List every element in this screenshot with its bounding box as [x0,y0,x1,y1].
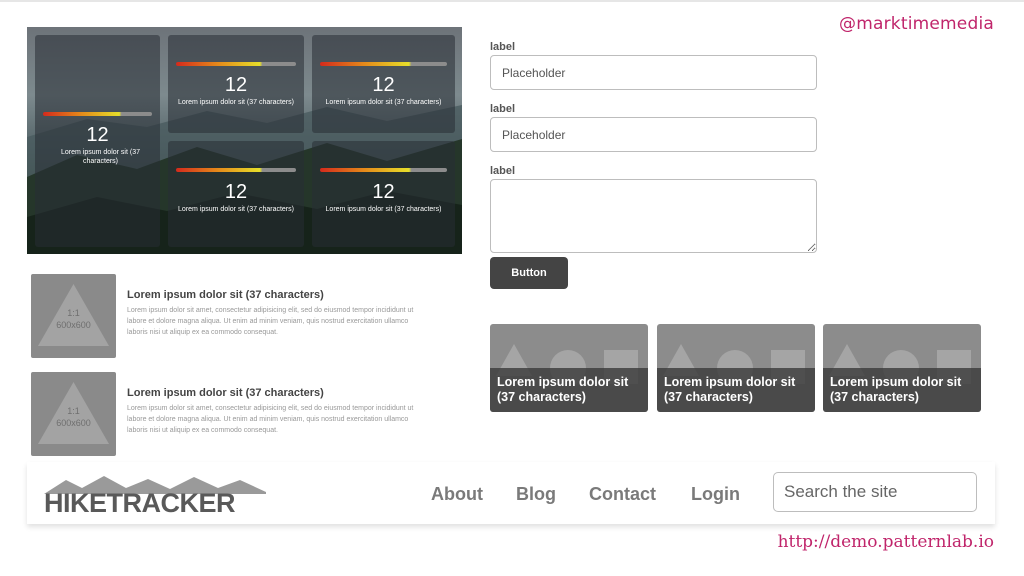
progress-gauge [320,168,447,172]
stat-caption: Lorem ipsum dolor sit (37 characters) [178,206,294,213]
top-divider [0,0,1024,2]
media-title[interactable]: Lorem ipsum dolor sit (37 characters) [127,387,324,399]
stat-value: 12 [86,124,109,146]
thumbnail-ratio: 1:1 600x600 [56,308,91,330]
media-thumbnail[interactable]: 1:1 600x600 [31,274,116,358]
stat-caption: Lorem ipsum dolor sit (37 characters) [325,99,442,106]
nav-link-about[interactable]: About [431,484,483,505]
media-body-text: Lorem ipsum dolor sit amet, consectetur … [127,307,414,336]
stat-caption: Lorem ipsum dolor sit (37 characters) [61,149,140,165]
card-title: Lorem ipsum dolor sit (37 characters) [830,375,962,404]
source-url: http://demo.patternlab.io [777,532,994,552]
card[interactable]: Lorem ipsum dolor sit (37 characters) [823,324,981,412]
text-input[interactable] [490,117,817,152]
twitter-handle: @marktimemedia [839,14,994,34]
site-logo[interactable]: HIKETRACKER [44,474,266,518]
text-input[interactable] [490,55,817,90]
nav-link-blog[interactable]: Blog [516,484,556,505]
dashboard-panel: 12 Lorem ipsum dolor sit (37 characters)… [27,27,462,254]
stat-tile: 12 Lorem ipsum dolor sit (37 characters) [312,35,455,133]
media-body-text: Lorem ipsum dolor sit amet, consectetur … [127,405,414,434]
media-thumbnail[interactable]: 1:1 600x600 [31,372,116,456]
progress-gauge [176,168,296,172]
progress-gauge [176,62,296,66]
nav-link-login[interactable]: Login [691,484,740,505]
site-header: HIKETRACKER About Blog Contact Login [27,462,995,524]
stat-caption: Lorem ipsum dolor sit (37 characters) [178,99,294,106]
field-label: label [490,103,516,115]
card-title: Lorem ipsum dolor sit (37 characters) [664,375,796,404]
stat-value: 12 [224,181,248,203]
stat-value: 12 [372,181,395,203]
submit-button[interactable]: Button [490,257,568,289]
progress-gauge [320,62,447,66]
stat-tile: 12 Lorem ipsum dolor sit (37 characters) [168,141,304,247]
nav-link-contact[interactable]: Contact [589,484,656,505]
card[interactable]: Lorem ipsum dolor sit (37 characters) [490,324,648,412]
search-input[interactable] [773,472,977,512]
field-label: label [490,41,516,53]
progress-gauge [43,112,152,116]
field-label: label [490,165,516,177]
stat-tile: 12 Lorem ipsum dolor sit (37 characters) [312,141,455,247]
stat-tile-large: 12 Lorem ipsum dolor sit (37 characters) [35,35,160,247]
card[interactable]: Lorem ipsum dolor sit (37 characters) [657,324,815,412]
stat-value: 12 [224,74,248,96]
media-title[interactable]: Lorem ipsum dolor sit (37 characters) [127,289,324,301]
stat-tile: 12 Lorem ipsum dolor sit (37 characters) [168,35,304,133]
stat-caption: Lorem ipsum dolor sit (37 characters) [325,206,442,213]
thumbnail-ratio: 1:1 600x600 [56,406,91,428]
stat-value: 12 [372,74,395,96]
card-title: Lorem ipsum dolor sit (37 characters) [497,375,629,404]
logo-text: HIKETRACKER [44,488,236,518]
textarea-input[interactable] [490,179,817,253]
